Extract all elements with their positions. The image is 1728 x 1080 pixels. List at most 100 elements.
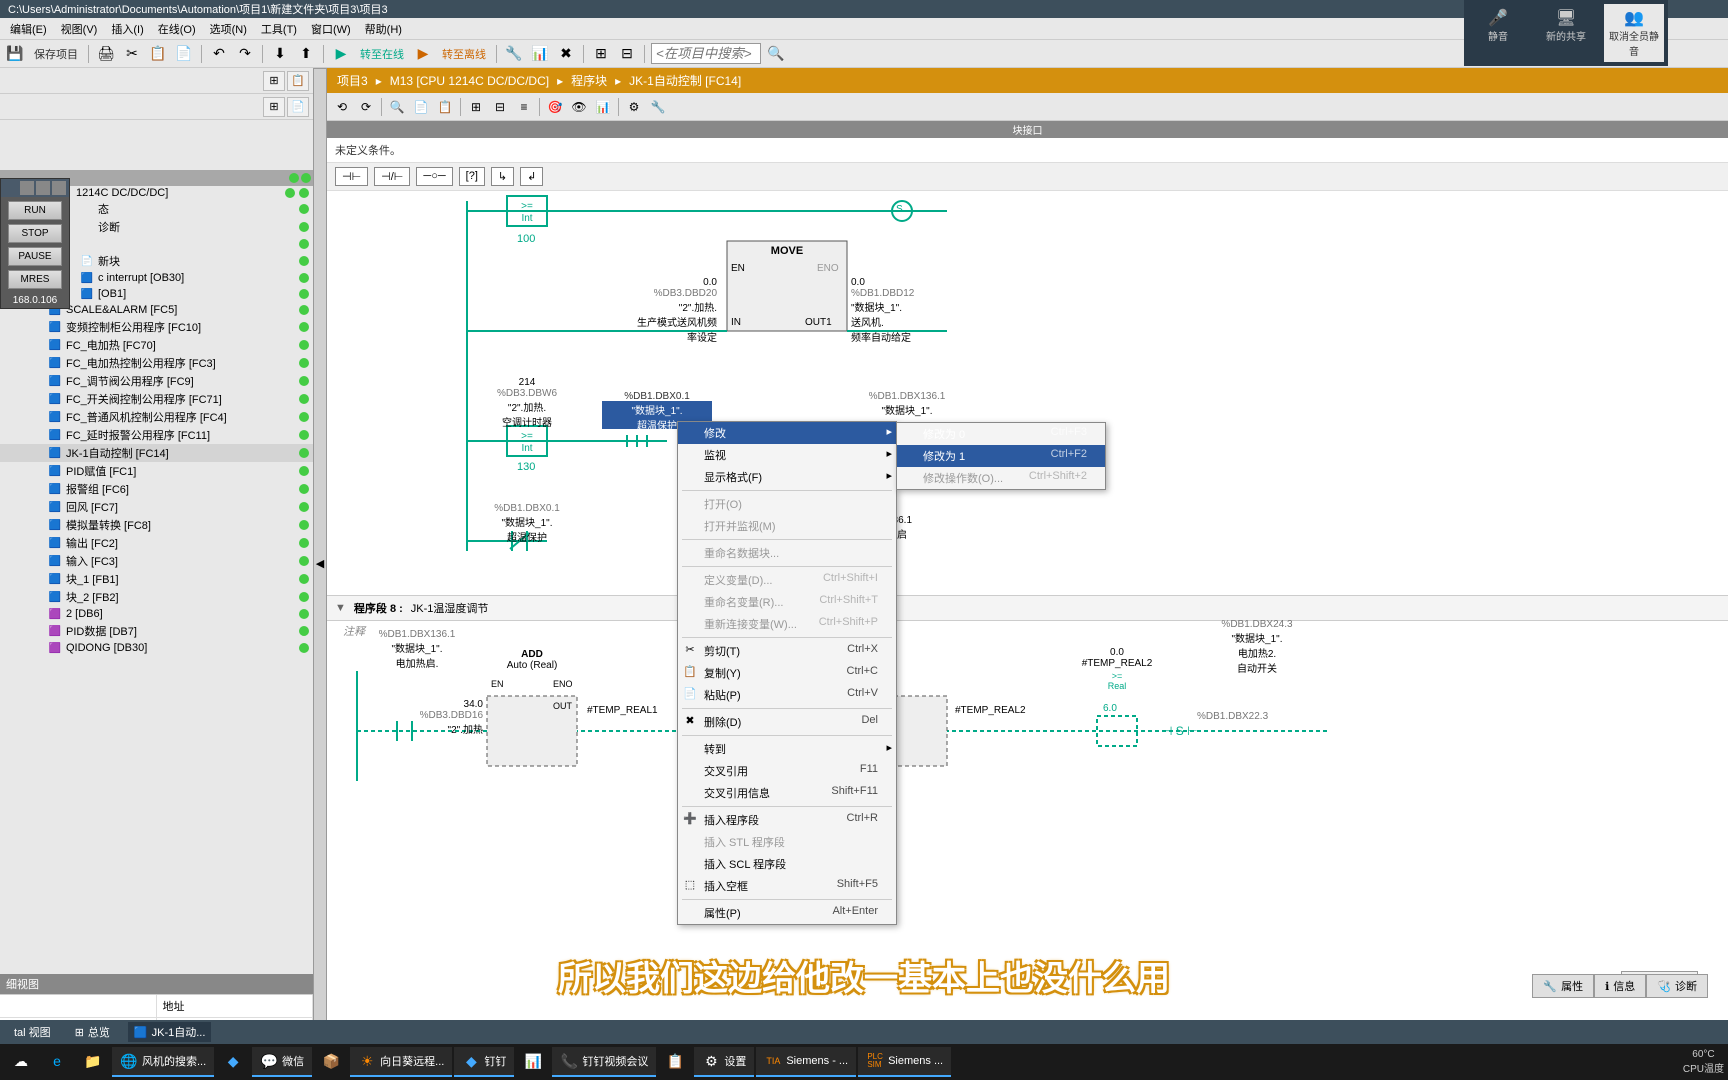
ctx-monitor[interactable]: 监视▸ <box>678 444 896 466</box>
task-app1[interactable]: ◆ <box>216 1047 250 1077</box>
lad-coil[interactable]: ─○─ <box>416 167 452 186</box>
tree-item[interactable]: 🟦模拟量转换 [FC8] <box>0 516 313 534</box>
ctx-insert-network[interactable]: ➕插入程序段Ctrl+R <box>678 809 896 831</box>
go-offline-button[interactable]: 转至离线 <box>438 46 490 62</box>
tree-item[interactable]: 🟦回风 [FC7] <box>0 498 313 516</box>
menu-help[interactable]: 帮助(H) <box>359 19 408 39</box>
go-online-button[interactable]: 转至在线 <box>356 46 408 62</box>
undo-icon[interactable]: ↶ <box>208 43 230 65</box>
tb-icon-1[interactable]: 🔧 <box>503 43 525 65</box>
task-settings[interactable]: ⚙设置 <box>694 1047 754 1077</box>
save-project-button[interactable]: 保存项目 <box>30 46 82 62</box>
lad-no-contact[interactable]: ⊣⊢ <box>335 167 368 186</box>
task-explorer[interactable]: 📁 <box>76 1047 110 1077</box>
tree-item[interactable]: 🟦变频控制柜公用程序 [FC10] <box>0 318 313 336</box>
minimize-icon[interactable] <box>20 181 34 195</box>
tree-item[interactable]: 🟦输入 [FC3] <box>0 552 313 570</box>
tree-item[interactable]: 🟦JK-1自动控制 [FC14] <box>0 444 313 462</box>
unmute-all-button[interactable]: 👥取消全员静音 <box>1604 4 1664 62</box>
crumb-current[interactable]: JK-1自动控制 [FC14] <box>629 72 741 89</box>
ed-btn-6[interactable]: ⊞ <box>465 96 487 118</box>
tb-icon-3[interactable]: ✖ <box>555 43 577 65</box>
ctx-insert-empty[interactable]: ⬚插入空框Shift+F5 <box>678 875 896 897</box>
tree-item[interactable]: 🟪QIDONG [DB30] <box>0 640 313 656</box>
tab-properties[interactable]: 🔧属性 <box>1532 974 1594 998</box>
tree-item[interactable]: 🟦报警组 [FC6] <box>0 480 313 498</box>
ed-btn-7[interactable]: ⊟ <box>489 96 511 118</box>
go-online-icon[interactable]: ▶ <box>330 43 352 65</box>
tab-info[interactable]: ℹ信息 <box>1594 974 1646 998</box>
crumb-project[interactable]: 项目3 <box>337 72 368 89</box>
menu-tools[interactable]: 工具(T) <box>255 19 303 39</box>
current-block-tab[interactable]: 🟦JK-1自动... <box>128 1022 212 1042</box>
task-browser[interactable]: 🌐风机的搜索... <box>112 1047 214 1077</box>
save-icon[interactable]: 💾 <box>4 43 26 65</box>
ed-btn-12[interactable]: ⚙ <box>623 96 645 118</box>
tab-diagnostics[interactable]: 🩺诊断 <box>1646 974 1708 998</box>
task-edge[interactable]: e <box>40 1047 74 1077</box>
ctx-xref[interactable]: 交叉引用F11 <box>678 760 896 782</box>
menu-online[interactable]: 在线(O) <box>152 19 202 39</box>
ctx-modify-1[interactable]: 修改为 1Ctrl+F2 <box>897 445 1105 467</box>
tree-item[interactable]: 🟪PID数据 [DB7] <box>0 622 313 640</box>
ed-btn-4[interactable]: 📄 <box>410 96 432 118</box>
go-offline-icon[interactable]: ▶ <box>412 43 434 65</box>
ctx-cut[interactable]: ✂剪切(T)Ctrl+X <box>678 640 896 662</box>
menu-insert[interactable]: 插入(I) <box>105 19 149 39</box>
tree-item[interactable]: 🟦PID赋值 [FC1] <box>0 462 313 480</box>
task-wechat[interactable]: 💬微信 <box>252 1047 312 1077</box>
ed-btn-3[interactable]: 🔍 <box>386 96 408 118</box>
ed-btn-13[interactable]: 🔧 <box>647 96 669 118</box>
menu-options[interactable]: 选项(N) <box>204 19 253 39</box>
stop-button[interactable]: STOP <box>8 224 62 243</box>
menu-edit[interactable]: 编辑(E) <box>4 19 53 39</box>
tree-item[interactable]: 🟦块_1 [FB1] <box>0 570 313 588</box>
network-8-header[interactable]: ▼ 程序段 8 : JK-1温湿度调节 <box>327 595 1728 621</box>
ctx-modify-0[interactable]: 修改为 0Ctrl+F3 <box>897 423 1105 445</box>
tree-tb-3[interactable]: ⊞ <box>263 97 285 117</box>
ctx-copy[interactable]: 📋复制(Y)Ctrl+C <box>678 662 896 684</box>
search-icon[interactable]: 🔍 <box>765 43 787 65</box>
tree-item[interactable]: 🟦FC_电加热控制公用程序 [FC3] <box>0 354 313 372</box>
tb-icon-5[interactable]: ⊟ <box>616 43 638 65</box>
copy-icon[interactable]: 📋 <box>147 43 169 65</box>
task-tia[interactable]: TIASiemens - ... <box>756 1047 856 1077</box>
ed-btn-1[interactable]: ⟲ <box>331 96 353 118</box>
tree-item[interactable]: 🟪2 [DB6] <box>0 606 313 622</box>
tree-item[interactable]: 🟦块_2 [FB2] <box>0 588 313 606</box>
lad-nc-contact[interactable]: ⊣/⊢ <box>374 167 410 186</box>
ed-btn-11[interactable]: 📊 <box>592 96 614 118</box>
pause-button[interactable]: PAUSE <box>8 247 62 266</box>
tree-item[interactable]: 🟦FC_普通风机控制公用程序 [FC4] <box>0 408 313 426</box>
tree-tb-2[interactable]: 📋 <box>287 71 309 91</box>
cut-icon[interactable]: ✂ <box>121 43 143 65</box>
tree-item[interactable]: 🟦FC_调节阀公用程序 [FC9] <box>0 372 313 390</box>
collapse-icon[interactable]: ▼ <box>335 602 346 614</box>
ed-btn-8[interactable]: ≡ <box>513 96 535 118</box>
task-plcsim[interactable]: PLC SIMSiemens ... <box>858 1047 951 1077</box>
redo-icon[interactable]: ↷ <box>234 43 256 65</box>
paste-icon[interactable]: 📄 <box>173 43 195 65</box>
ctx-properties[interactable]: 属性(P)Alt+Enter <box>678 902 896 924</box>
ladder-diagram[interactable]: >= Int >= Int <box>327 191 1728 1058</box>
share-button[interactable]: 🖥新的共享 <box>1536 4 1596 62</box>
ctx-modify[interactable]: 修改▸ 修改为 0Ctrl+F3 修改为 1Ctrl+F2 修改操作数(O)..… <box>678 422 896 444</box>
menu-view[interactable]: 视图(V) <box>55 19 104 39</box>
task-dingtalk-meeting[interactable]: 📞钉钉视频会议 <box>552 1047 656 1077</box>
task-weather[interactable]: ☁ <box>4 1047 38 1077</box>
ctx-goto[interactable]: 转到▸ <box>678 738 896 760</box>
panel-collapse-button[interactable]: ◀ <box>313 68 327 1058</box>
task-app3[interactable]: 📊 <box>516 1047 550 1077</box>
tree-item[interactable]: 🟦FC_电加热 [FC70] <box>0 336 313 354</box>
crumb-blocks[interactable]: 程序块 <box>571 72 607 89</box>
maximize-icon[interactable] <box>36 181 50 195</box>
mres-button[interactable]: MRES <box>8 270 62 289</box>
portal-view-button[interactable]: tal 视图 <box>8 1022 57 1042</box>
ctx-display-format[interactable]: 显示格式(F)▸ <box>678 466 896 488</box>
ctx-insert-scl[interactable]: 插入 SCL 程序段 <box>678 853 896 875</box>
ed-btn-5[interactable]: 📋 <box>434 96 456 118</box>
task-dingtalk[interactable]: ◆钉钉 <box>454 1047 514 1077</box>
close-icon[interactable] <box>52 181 66 195</box>
upload-icon[interactable]: ⬆ <box>295 43 317 65</box>
mute-button[interactable]: 🎤静音 <box>1468 4 1528 62</box>
